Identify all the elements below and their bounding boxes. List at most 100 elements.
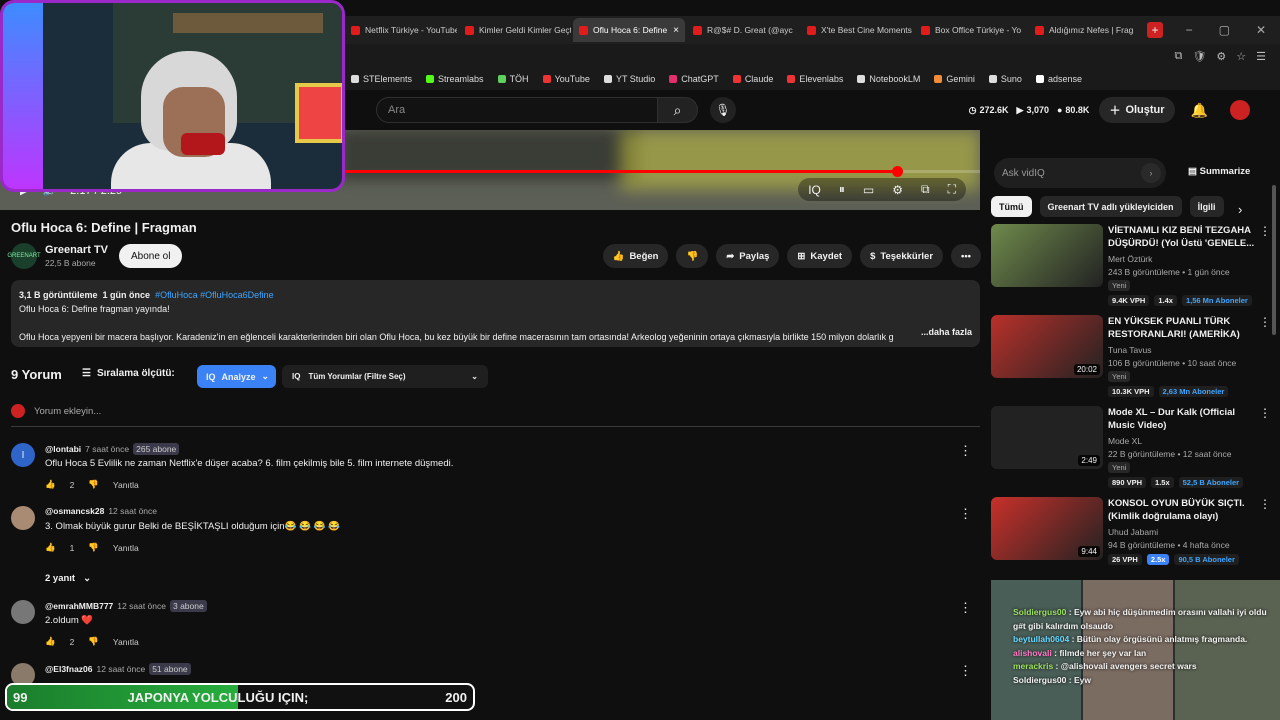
more-vertical-icon[interactable]: ⋮ [1259, 224, 1271, 238]
save-button[interactable]: ⊞ Kaydet [787, 244, 853, 268]
more-actions-button[interactable]: ••• [951, 244, 981, 268]
video-channel[interactable]: Uhud Jabami [1108, 527, 1258, 537]
chevron-right-icon[interactable]: › [1141, 163, 1161, 183]
bookmark-icon[interactable]: ☆ [1236, 50, 1246, 63]
extensions-icon[interactable]: ⚙ [1216, 50, 1226, 63]
bookmark-item[interactable]: Elevenlabs [787, 74, 843, 84]
bookmark-item[interactable]: Suno [988, 74, 1022, 84]
browser-tab[interactable]: R@$# D. Great (@ayc [687, 18, 799, 42]
close-window-icon[interactable]: ✕ [1256, 23, 1266, 37]
shield-icon[interactable]: 🛡 [1192, 50, 1206, 63]
video-thumbnail[interactable]: 9:44 [991, 497, 1103, 560]
create-button[interactable]: ＋ Oluştur [1099, 97, 1175, 123]
filter-chip[interactable]: Greenart TV adlı yükleyiciden [1039, 196, 1182, 217]
video-thumbnail[interactable] [991, 224, 1103, 287]
player-scrubber[interactable] [891, 166, 903, 177]
video-description[interactable]: 3,1 B görüntüleme 1 gün önce #OfluHoca #… [11, 280, 980, 347]
more-vertical-icon[interactable]: ⋮ [1259, 315, 1271, 329]
thanks-button[interactable]: $ Teşekkürler [860, 244, 944, 268]
subtitles-icon[interactable]: ▭ [863, 183, 874, 197]
comment-author[interactable]: @osmancsk28 [45, 506, 104, 516]
more-vertical-icon[interactable]: ⋮ [959, 506, 972, 522]
add-comment-row[interactable]: Yorum ekleyin... [11, 404, 980, 427]
browser-tab[interactable]: Aldığımız Nefes | Frag [1029, 18, 1141, 42]
recommended-video[interactable]: 9:44 KONSOL OYUN BÜYÜK SIÇTI. (Kimlik doğ… [991, 497, 1271, 565]
replies-toggle[interactable]: 2 yanıt ⌄ [45, 573, 91, 584]
bell-icon[interactable]: 🔔 [1191, 102, 1208, 119]
recommended-video[interactable]: 2:49 Mode XL – Dur Kalk (Official Music V… [991, 406, 1271, 488]
bookmark-item[interactable]: Streamlabs [426, 74, 484, 84]
browser-tab[interactable]: Kimler Geldi Kimler Geçti [459, 18, 571, 42]
thumbs-up-icon[interactable]: 👍 [45, 542, 56, 553]
browser-tab[interactable]: X'te Best Cine Moments [801, 18, 913, 42]
reply-button[interactable]: Yanıtla [113, 637, 139, 647]
reply-button[interactable]: Yanıtla [113, 543, 139, 553]
bookmark-item[interactable]: YT Studio [603, 74, 655, 84]
comment-filter-select[interactable]: IQ Tüm Yorumlar (Filtre Seç) ⌄ [282, 365, 488, 388]
subscribe-button[interactable]: Abone ol [118, 244, 183, 268]
thumbs-up-icon[interactable]: 👍 [45, 479, 56, 490]
thumbs-down-icon[interactable]: 👎 [88, 636, 99, 647]
comment-author[interactable]: @lontabi [45, 444, 81, 454]
add-comment-input[interactable]: Yorum ekleyin... [34, 406, 101, 417]
browser-tab[interactable]: Netflix Türkiye - YouTube [345, 18, 457, 42]
video-channel[interactable]: Tuna Tavus [1108, 345, 1258, 355]
dislike-button[interactable]: 👎 [676, 244, 709, 268]
video-title[interactable]: KONSOL OYUN BÜYÜK SIÇTI. (Kimlik doğrula… [1108, 497, 1258, 523]
filter-chip[interactable]: İlgili [1189, 196, 1224, 217]
maximize-icon[interactable]: ▢ [1219, 23, 1230, 37]
video-title[interactable]: VİETNAMLI KIZ BENİ TEZGAHA DÜŞÜRDÜ! (Yol… [1108, 224, 1258, 250]
description-tags[interactable]: #OfluHoca #OfluHoca6Define [155, 290, 274, 300]
more-vertical-icon[interactable]: ⋮ [1259, 406, 1271, 420]
comment-avatar[interactable] [11, 600, 35, 624]
bookmark-item[interactable]: NotebookLM [857, 74, 920, 84]
video-channel[interactable]: Mode XL [1108, 436, 1258, 446]
summarize-button[interactable]: ▤ Summarize [1188, 166, 1250, 177]
thumbs-down-icon[interactable]: 👎 [88, 542, 99, 553]
more-vertical-icon[interactable]: ⋮ [959, 600, 972, 616]
thumbs-up-icon[interactable]: 👍 [45, 636, 56, 647]
reply-button[interactable]: Yanıtla [113, 480, 139, 490]
menu-icon[interactable]: ☰ [1256, 50, 1266, 63]
video-thumbnail[interactable]: 2:49 [991, 406, 1103, 469]
scrollbar[interactable] [1272, 185, 1276, 335]
bookmark-item[interactable]: Claude [732, 74, 773, 84]
sort-button[interactable]: ☰ Sıralama ölçütü: [82, 368, 175, 379]
bookmark-item[interactable]: adsense [1035, 74, 1082, 84]
video-thumbnail[interactable]: 20:02 [991, 315, 1103, 378]
more-vertical-icon[interactable]: ⋮ [959, 443, 972, 459]
vidiq-icon[interactable]: IQ [808, 183, 821, 197]
bookmark-item[interactable]: ChatGPT [669, 74, 719, 84]
miniplayer-icon[interactable]: ⧉ [921, 182, 930, 197]
like-button[interactable]: 👍 Beğen [602, 244, 669, 268]
close-icon[interactable]: × [673, 25, 679, 36]
video-channel[interactable]: Mert Öztürk [1108, 254, 1258, 264]
account-avatar[interactable] [1230, 100, 1250, 120]
description-more[interactable]: ...daha fazla [921, 325, 972, 339]
bookmark-item[interactable]: STElements [351, 74, 412, 84]
recommended-video[interactable]: 20:02 EN YÜKSEK PUANLI TÜRK RESTORANLARI!… [991, 315, 1271, 397]
share-icon[interactable]: ⧉ [1175, 50, 1183, 63]
comment-author[interactable]: @El3fnaz06 [45, 664, 93, 674]
bookmark-item[interactable]: TÖH [497, 74, 529, 84]
video-title[interactable]: EN YÜKSEK PUANLI TÜRK RESTORANLARI! (AME… [1108, 315, 1258, 341]
browser-tab[interactable]: Oflu Hoca 6: Define × [573, 18, 685, 42]
settings-icon[interactable]: ⚙ [892, 183, 903, 197]
more-vertical-icon[interactable]: ⋮ [1259, 497, 1271, 511]
comment-avatar[interactable]: I [11, 443, 35, 467]
voice-search-button[interactable]: 🎙 [710, 97, 736, 123]
analyze-button[interactable]: IQ Analyze ⌄ [197, 365, 276, 388]
comment-author[interactable]: @emrahMMB777 [45, 601, 113, 611]
search-button[interactable]: ⌕ [658, 97, 698, 123]
filter-chip[interactable]: Tümü [991, 196, 1032, 217]
thumbs-down-icon[interactable]: 👎 [88, 479, 99, 490]
vidiq-ask-input[interactable]: Ask vidIQ › [994, 158, 1166, 188]
bookmark-item[interactable]: YouTube [542, 74, 590, 84]
video-title[interactable]: Mode XL – Dur Kalk (Official Music Video… [1108, 406, 1258, 432]
search-input[interactable]: Ara [376, 97, 658, 123]
new-tab-button[interactable]: + [1147, 22, 1163, 38]
pause-toggle-icon[interactable]: ⏸ [839, 182, 845, 197]
bookmark-item[interactable]: Gemini [934, 74, 975, 84]
browser-tab[interactable]: Box Office Türkiye - Yo [915, 18, 1027, 42]
minimize-icon[interactable]: − [1186, 23, 1193, 37]
